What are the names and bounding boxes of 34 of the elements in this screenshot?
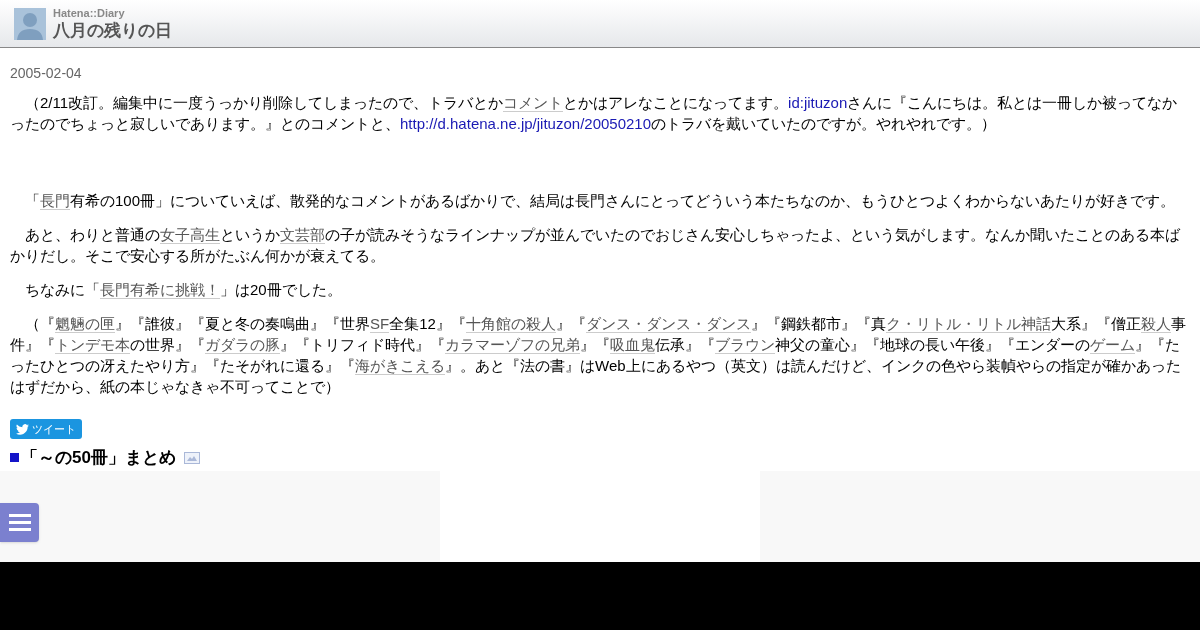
keyword-link[interactable]: 十角館の殺人 (465, 315, 556, 333)
paragraph: （2/11改訂。編集中に一度うっかり削除してしまったので、トラバとかコメント とかはアレなことになってます。id:jituzonさんに『こんにちは。私とは一冊しか被ってなかったのでちょっと寂しいであります。』とのコメントと、http://d.hatena.ne.jp/jituzon/20050210のトラバを戴いていたのですが。やれやれです。） (10, 93, 1179, 134)
link[interactable]: id:jituzon (788, 94, 848, 111)
keyword-link[interactable]: 文芸部 (280, 226, 325, 244)
bird-icon (16, 423, 29, 435)
keyword-link[interactable]: 海がきこえる (355, 357, 445, 375)
keyword-link[interactable]: 吸血鬼 (610, 336, 655, 354)
paragraph: （『魍魎の匣』『誰彼』『夏と冬の奏鳴曲』『世界SF全集12』『十角館の殺人』『ダンス・ダンス・ダンス』『鋼鉄都市』『真ク・リトル・リトル神話大系』『僧正殺人事件』『トンデモ本の世界』『ガダラの豚』『トリフィド時代』『カラマーゾフの兄弟』『吸血鬼伝承』『ブラウン神父の童心』『地球の長い午後』『エンダーのゲーム』『たったひとつの冴えたやり方』『たそがれに還る』『海がきこえる』。あと『法の書』はWeb上にあるやつ（英文）は読んだけど、インクの色やら装幀やらの指定が確かあったはずだから、紙の本じゃなきゃ不可ってことで） (10, 314, 1187, 397)
entry-date: 2005-02-04 (10, 64, 83, 83)
image-icon (183, 451, 200, 464)
section-heading[interactable]: 「～の50冊」まとめ (21, 445, 176, 471)
keyword-link[interactable]: 殺人 (1140, 315, 1171, 333)
keyword-link[interactable]: コメント (503, 94, 564, 112)
keyword-link[interactable]: ク・リトル・リトル神話 (885, 315, 1051, 333)
keyword-link[interactable]: ブラウン (715, 336, 775, 354)
paragraph: 「長門有希の100冊」についていえば、散発的なコメントがあるばかりで、結局は長門さんにとってどういう本たちなのか、もうひとつよくわからないあたりが好きです。 (24, 191, 1177, 211)
keyword-link[interactable]: 魍魎の匣 (55, 315, 115, 333)
avatar-icon[interactable] (14, 7, 46, 40)
keyword-link[interactable]: ゲーム (1090, 336, 1135, 354)
diary-title[interactable]: 八月の残りの日 (53, 22, 172, 39)
keyword-link[interactable]: ガダラの豚 (205, 336, 280, 354)
keyword-link[interactable]: 女子高生 (160, 226, 220, 244)
square-icon (10, 453, 19, 463)
keyword-link[interactable]: ダンス・ダンス・ダンス (585, 315, 751, 333)
keyword-link[interactable]: 長門 (40, 192, 70, 210)
paragraph: あと、わりと普通の女子高生というか文芸部の子が読みそうなラインナップが並んでいたのでおじさん安心しちゃったよ、という気がします。なんか聞いたことのある本ばかりだし。そこで安心する所がたぶん何かが衰えてる。 (10, 225, 1181, 266)
menu-button[interactable] (0, 502, 39, 542)
keyword-link[interactable]: カラマーゾフの兄弟 (445, 336, 580, 354)
paragraph: ちなみに「長門有希に挑戦！」は20冊でした。 (24, 280, 343, 300)
menu-icon (8, 513, 31, 531)
keyword-link[interactable]: 長門有希に挑戦！ (100, 281, 220, 299)
keyword-link[interactable]: トンデモ本 (55, 336, 130, 354)
link[interactable]: http://d.hatena.ne.jp/jituzon/20050210 (400, 115, 652, 132)
keyword-link[interactable]: SF (370, 315, 390, 333)
